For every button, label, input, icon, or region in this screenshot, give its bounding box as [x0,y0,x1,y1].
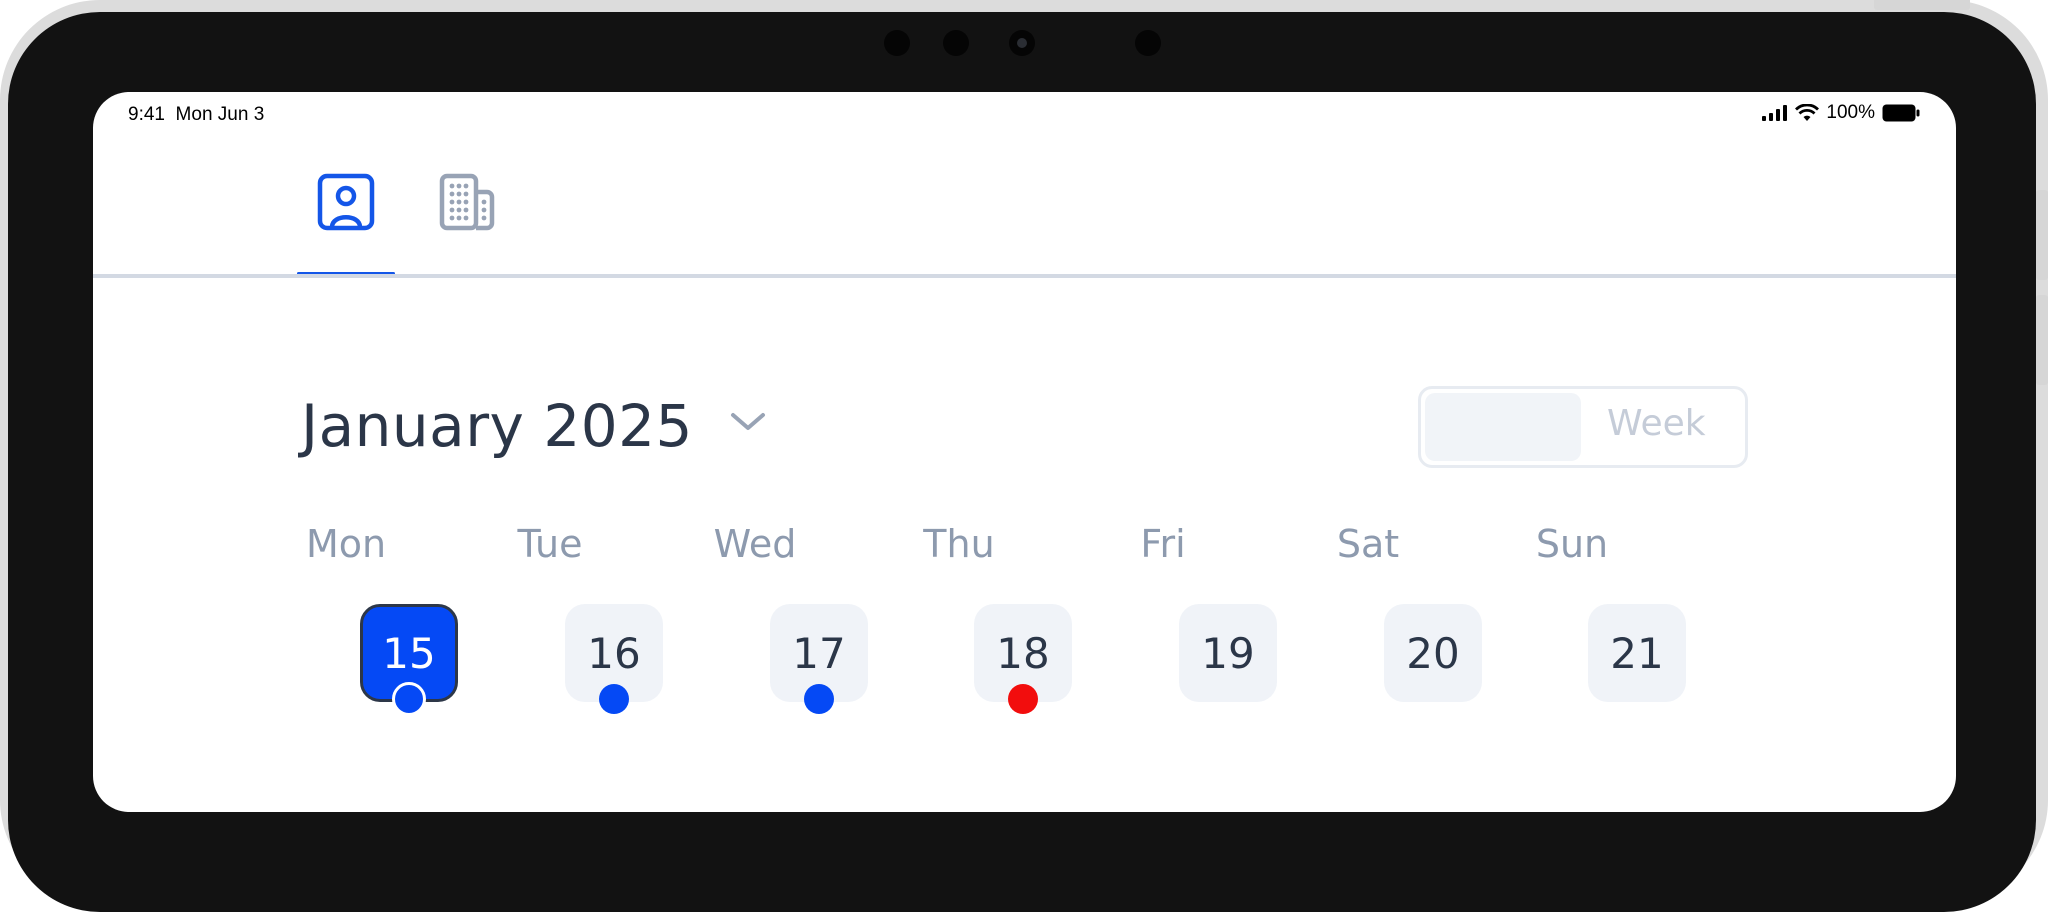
volume-down-button [2036,295,2048,385]
tab-personal[interactable] [297,172,395,278]
building-icon [439,173,495,231]
sensor-left [884,30,910,56]
weekday-tue: Tue [517,522,583,566]
sensor-mid [943,30,969,56]
view-toggle: Week [1418,386,1748,468]
event-dot [804,684,834,714]
date-cell[interactable]: 20 [1384,604,1482,702]
volume-up-button [2036,190,2048,280]
event-dot [392,682,426,716]
event-dot [599,684,629,714]
weekday-sat: Sat [1336,522,1400,566]
tab-divider [93,274,1956,278]
power-button [1874,0,1970,10]
weekday-thu: Thu [923,522,995,566]
sensor-right [1135,30,1161,56]
weekday-mon: Mon [305,522,387,566]
app-screen: 9:41 Mon Jun 3 100% January 2025 Week Mo… [93,92,1956,812]
tab-company[interactable] [418,172,516,278]
date-cell[interactable]: 21 [1588,604,1686,702]
toggle-option-week[interactable]: Week [1607,403,1706,444]
weekday-wed: Wed [713,522,797,566]
weekday-fri: Fri [1140,522,1186,566]
person-card-icon [317,173,375,231]
date-cell[interactable]: 19 [1179,604,1277,702]
chevron-down-icon[interactable] [729,410,767,434]
weekday-sun: Sun [1535,522,1609,566]
front-camera [1009,30,1035,56]
tab-bar [93,92,1956,278]
toggle-option-selected[interactable] [1425,393,1581,461]
event-dot-alert [1008,684,1038,714]
month-picker-label[interactable]: January 2025 [301,392,693,460]
